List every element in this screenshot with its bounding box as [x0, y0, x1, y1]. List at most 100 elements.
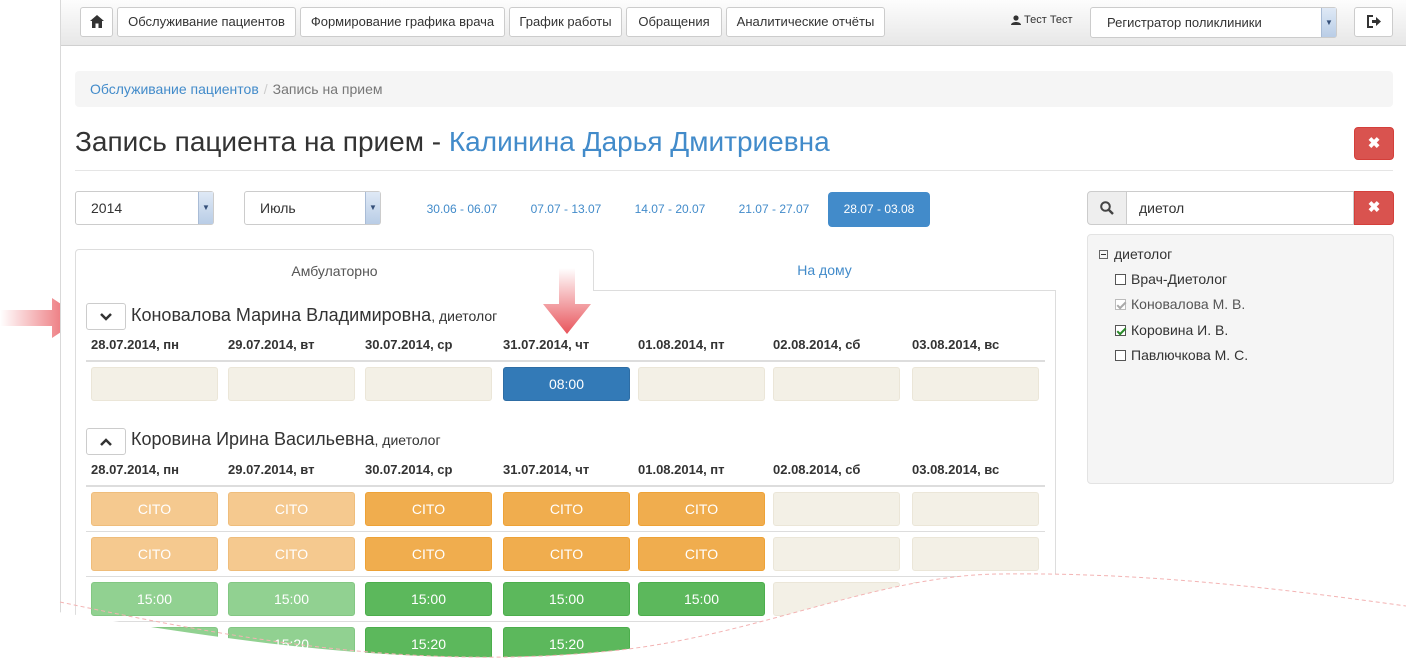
page-title-prefix: Запись пациента на прием -	[75, 126, 449, 157]
week-link-4[interactable]: 21.07 - 27.07	[726, 192, 822, 227]
time-slot-selected[interactable]: 08:00	[503, 367, 630, 401]
cito-slot[interactable]: CITO	[503, 492, 630, 526]
cito-slot[interactable]: CITO	[365, 492, 492, 526]
empty-slot	[773, 537, 900, 571]
chevron-down-icon: ▼	[365, 192, 380, 224]
checkbox[interactable]	[1115, 273, 1126, 285]
empty-slot	[365, 367, 492, 401]
week-link-3[interactable]: 14.07 - 20.07	[622, 192, 718, 227]
day-header: 02.08.2014, сб	[773, 337, 861, 352]
day-header: 01.08.2014, пт	[638, 462, 725, 477]
time-slot[interactable]: 15:00	[228, 582, 355, 616]
cito-slot[interactable]: CITO	[365, 537, 492, 571]
logout-button[interactable]	[1354, 7, 1393, 37]
chevron-down-icon	[100, 312, 112, 321]
empty-slot	[773, 627, 900, 661]
chevron-down-icon: ▼	[1321, 8, 1336, 37]
user-icon	[1011, 15, 1021, 25]
doctor-specialty: , диетолог	[431, 308, 498, 324]
day-header: 29.07.2014, вт	[228, 462, 315, 477]
row-divider	[86, 576, 1045, 577]
page-title: Запись пациента на прием - Калинина Дарь…	[75, 126, 830, 158]
logout-icon	[1366, 15, 1381, 28]
checkbox[interactable]	[1115, 349, 1126, 361]
breadcrumb-current: Запись на прием	[272, 81, 383, 97]
doctor-fullname: Коровина Ирина Васильевна	[131, 429, 375, 449]
tree-item[interactable]: Врач-Диетолог	[1115, 271, 1227, 287]
nav-requests[interactable]: Обращения	[626, 7, 722, 37]
current-user[interactable]: Тест Тест	[1011, 14, 1073, 26]
tree-item[interactable]: Павлючкова М. С.	[1115, 347, 1248, 363]
cito-slot[interactable]: CITO	[91, 537, 218, 571]
search-button[interactable]	[1087, 191, 1127, 225]
time-slot[interactable]: 15:20	[228, 627, 355, 661]
tree-item-label: Коровина И. В.	[1131, 322, 1229, 338]
checkbox	[1115, 298, 1126, 310]
breadcrumb-link-patient-service[interactable]: Обслуживание пациентов	[90, 81, 259, 97]
time-slot[interactable]: 15:00	[638, 582, 765, 616]
week-link-2[interactable]: 07.07 - 13.07	[518, 192, 614, 227]
nav-doctor-schedule[interactable]: Формирование графика врача	[300, 7, 505, 37]
cito-slot[interactable]: CITO	[228, 492, 355, 526]
collapse-icon[interactable]	[1099, 249, 1108, 259]
cito-slot[interactable]: CITO	[638, 492, 765, 526]
home-icon	[89, 15, 104, 28]
search-icon	[1100, 201, 1114, 215]
breadcrumb-separator: /	[263, 81, 268, 97]
day-header: 28.07.2014, пн	[91, 462, 179, 477]
year-select[interactable]: 2014 ▼	[75, 191, 214, 225]
nav-work-schedule[interactable]: График работы	[509, 7, 622, 37]
cito-slot[interactable]: CITO	[91, 492, 218, 526]
checkbox[interactable]	[1115, 324, 1126, 336]
doctor-name: Коновалова Марина Владимировна, диетолог	[131, 305, 497, 326]
search-clear-button[interactable]: ✖	[1354, 191, 1394, 225]
doctor-tree: диетолог Врач-Диетолог Коновалова М. В. …	[1087, 234, 1394, 484]
chevron-down-icon: ▼	[198, 192, 213, 224]
cito-slot[interactable]: CITO	[638, 537, 765, 571]
day-header: 30.07.2014, ср	[365, 337, 453, 352]
row-divider	[86, 531, 1045, 532]
week-link-1[interactable]: 30.06 - 06.07	[414, 192, 510, 227]
tree-item: Коновалова М. В.	[1115, 296, 1245, 312]
doctor-toggle-button[interactable]	[86, 428, 126, 455]
title-divider	[75, 170, 1393, 171]
empty-slot	[912, 537, 1039, 571]
month-select-value: Июль	[260, 200, 296, 216]
empty-slot	[773, 367, 900, 401]
month-select[interactable]: Июль ▼	[244, 191, 381, 225]
nav-patient-service[interactable]: Обслуживание пациентов	[117, 7, 296, 37]
doctor-specialty: , диетолог	[374, 432, 441, 448]
tab-outpatient[interactable]: Амбулаторно	[75, 249, 594, 291]
doctor-fullname: Коновалова Марина Владимировна	[131, 305, 432, 325]
doctor-search-input[interactable]	[1126, 191, 1354, 225]
home-button[interactable]	[80, 7, 113, 37]
time-slot[interactable]: 15:20	[91, 627, 218, 661]
time-slot[interactable]: 15:00	[503, 582, 630, 616]
day-header: 02.08.2014, сб	[773, 462, 861, 477]
empty-slot	[773, 582, 900, 616]
tab-home-visit[interactable]: На дому	[594, 249, 1055, 291]
doctor-toggle-button[interactable]	[86, 303, 126, 330]
cito-slot[interactable]: CITO	[228, 537, 355, 571]
table-header-divider	[86, 485, 1045, 487]
role-select[interactable]: Регистратор поликлиники ▼	[1090, 7, 1337, 38]
day-header: 03.08.2014, вс	[912, 337, 1000, 352]
breadcrumb: Обслуживание пациентов / Запись на прием	[75, 71, 1393, 107]
close-button[interactable]: ✖	[1354, 127, 1394, 160]
time-slot[interactable]: 15:00	[365, 582, 492, 616]
tree-item-label: Коновалова М. В.	[1131, 296, 1246, 312]
week-link-active[interactable]: 28.07 - 03.08	[828, 192, 930, 227]
tree-group[interactable]: диетолог	[1099, 246, 1172, 262]
cito-slot[interactable]: CITO	[503, 537, 630, 571]
empty-slot	[91, 367, 218, 401]
day-header: 31.07.2014, чт	[503, 337, 590, 352]
table-header-divider	[86, 360, 1045, 362]
day-header: 31.07.2014, чт	[503, 462, 590, 477]
chevron-up-icon	[100, 437, 112, 446]
time-slot[interactable]: 15:00	[91, 582, 218, 616]
tree-group-label: диетолог	[1114, 246, 1173, 262]
nav-analytic-reports[interactable]: Аналитические отчёты	[726, 7, 885, 37]
time-slot[interactable]: 15:20	[365, 627, 492, 661]
time-slot[interactable]: 15:20	[503, 627, 630, 661]
tree-item[interactable]: Коровина И. В.	[1115, 322, 1228, 338]
